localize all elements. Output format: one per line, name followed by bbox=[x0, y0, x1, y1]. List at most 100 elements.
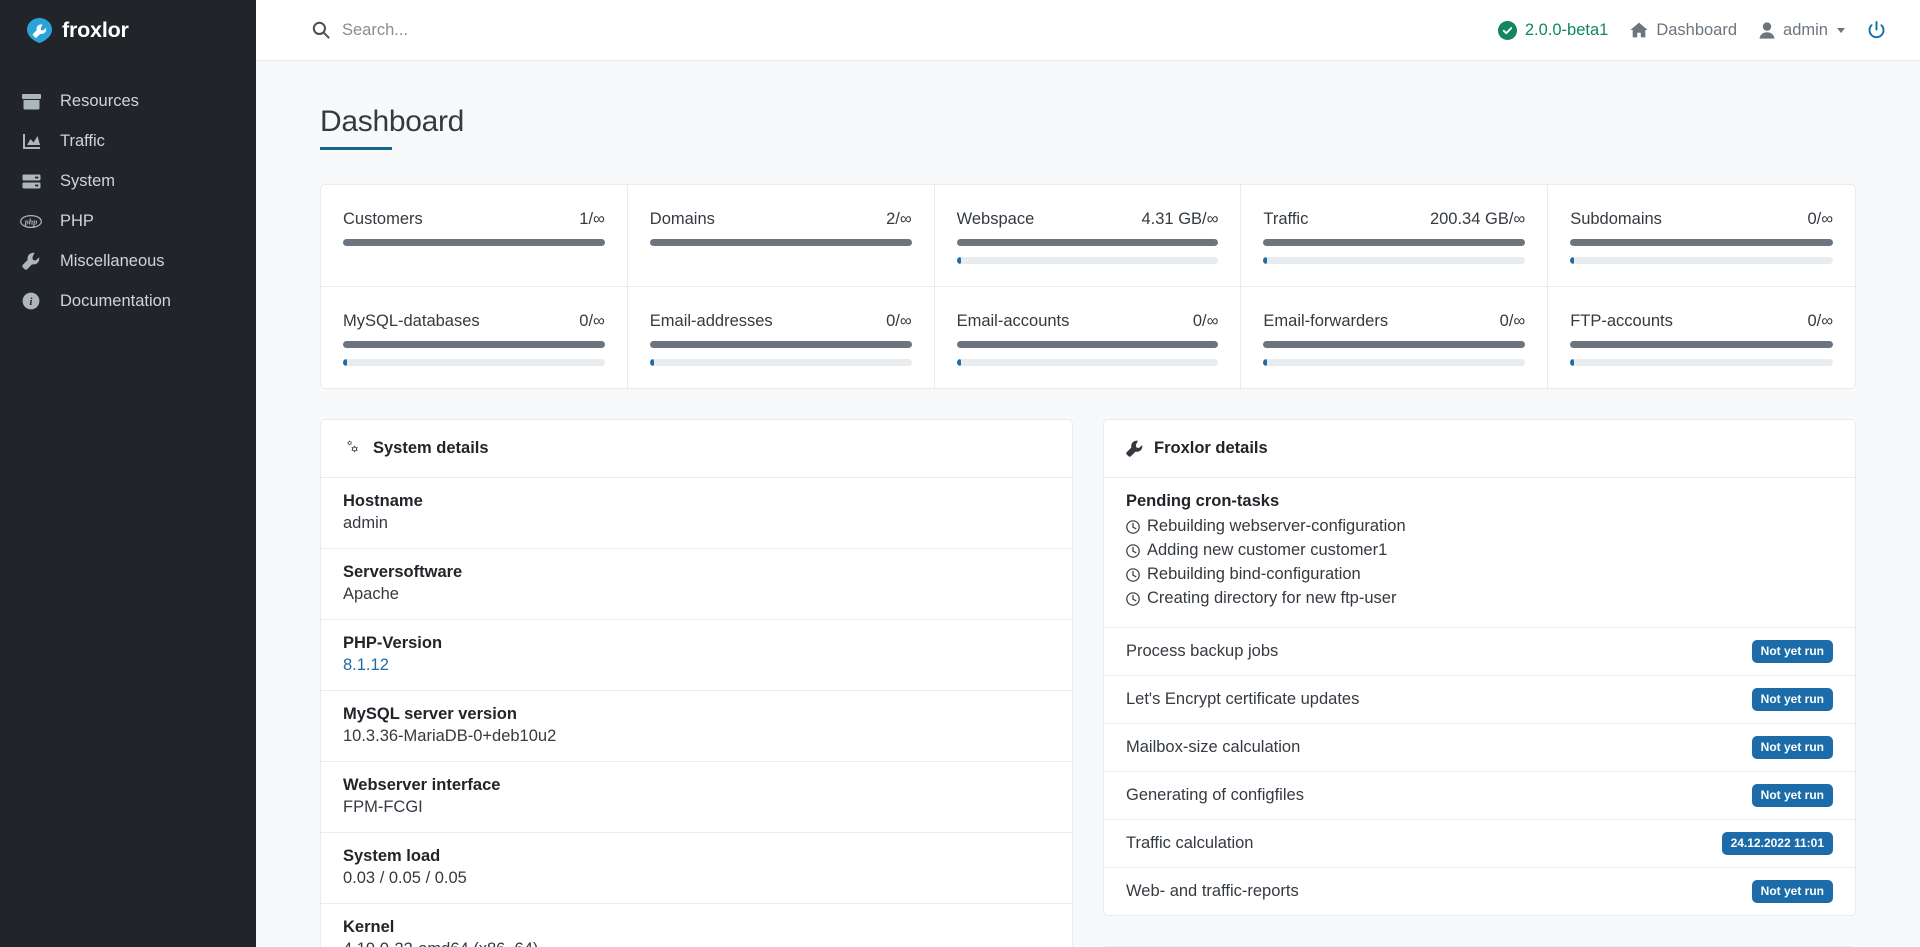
system-detail-key: Hostname bbox=[343, 492, 1050, 511]
stats-grid: Customers1/∞ Domains2/∞Webspace4.31 GB/∞ T… bbox=[320, 184, 1856, 389]
page-content: Dashboard Customers1/∞Domains2/∞Webspace… bbox=[256, 61, 1920, 947]
stat-card-value: 0/∞ bbox=[1807, 312, 1833, 331]
sidebar-item-traffic[interactable]: Traffic bbox=[0, 121, 256, 161]
cron-task-item: Rebuilding webserver-configuration bbox=[1126, 515, 1833, 539]
cron-task-label: Rebuilding webserver-configuration bbox=[1147, 515, 1406, 539]
stat-card-label: Domains bbox=[650, 210, 715, 229]
stat-card[interactable]: Subdomains0/∞ bbox=[1548, 185, 1855, 287]
cron-jobs-list: Process backup jobsNot yet runLet's Encr… bbox=[1104, 628, 1855, 915]
stat-secondary-bar-fill bbox=[343, 359, 347, 366]
stat-secondary-bar-track bbox=[1263, 359, 1525, 366]
cron-job-label: Let's Encrypt certificate updates bbox=[1126, 690, 1359, 709]
stat-card[interactable]: Email-addresses0/∞ bbox=[628, 287, 935, 388]
stat-primary-bar bbox=[1570, 341, 1833, 348]
sidebar-item-documentation[interactable]: i Documentation bbox=[0, 281, 256, 321]
dashboard-link-label: Dashboard bbox=[1656, 21, 1737, 40]
user-icon bbox=[1759, 22, 1775, 39]
system-detail-key: Serversoftware bbox=[343, 563, 1050, 582]
dashboard-link[interactable]: Dashboard bbox=[1630, 21, 1737, 40]
logout-button[interactable] bbox=[1867, 21, 1886, 40]
stat-primary-bar bbox=[650, 239, 912, 246]
sidebar-item-label: Miscellaneous bbox=[60, 253, 165, 270]
stat-card[interactable]: MySQL-databases0/∞ bbox=[321, 287, 628, 388]
stat-primary-bar bbox=[1570, 239, 1833, 246]
system-detail-key: PHP-Version bbox=[343, 634, 1050, 653]
stat-card-label: Customers bbox=[343, 210, 423, 229]
stat-secondary-bar-fill bbox=[650, 359, 654, 366]
cron-task-list: Rebuilding webserver-configurationAdding… bbox=[1126, 515, 1833, 611]
right-column: Froxlor details Pending cron-tasks Rebui… bbox=[1103, 419, 1856, 947]
stat-primary-bar bbox=[343, 239, 605, 246]
cron-job-row[interactable]: Process backup jobs Not yet run bbox=[1104, 628, 1855, 676]
stat-card[interactable]: Domains2/∞ bbox=[628, 185, 935, 287]
app-root: froxlor Resources bbox=[0, 0, 1920, 947]
cron-job-row[interactable]: Generating of configfilesNot yet run bbox=[1104, 772, 1855, 820]
version-indicator[interactable]: 2.0.0-beta1 bbox=[1498, 21, 1608, 40]
stat-card[interactable]: Webspace4.31 GB/∞ bbox=[935, 185, 1242, 287]
sidebar-item-system[interactable]: System bbox=[0, 161, 256, 201]
status-badge: Not yet run bbox=[1752, 784, 1833, 807]
stat-card[interactable]: Email-accounts0/∞ bbox=[935, 287, 1242, 388]
stat-primary-bar bbox=[343, 341, 605, 348]
stat-card-value: 4.31 GB/∞ bbox=[1142, 210, 1219, 229]
sidebar-item-miscellaneous[interactable]: Miscellaneous bbox=[0, 241, 256, 281]
stat-card-label: Email-accounts bbox=[957, 312, 1070, 331]
search-box[interactable] bbox=[256, 0, 1498, 60]
stat-primary-bar bbox=[1263, 341, 1525, 348]
stat-card[interactable]: Email-forwarders0/∞ bbox=[1241, 287, 1548, 388]
cron-job-row[interactable]: Traffic calculation24.12.2022 11:01 bbox=[1104, 820, 1855, 868]
system-details-title: System details bbox=[373, 439, 489, 458]
cron-job-label: Process backup jobs bbox=[1126, 642, 1278, 661]
user-menu[interactable]: admin bbox=[1759, 21, 1845, 40]
stat-primary-bar bbox=[650, 341, 912, 348]
froxlor-details-title: Froxlor details bbox=[1154, 439, 1268, 458]
stat-card-label: Email-addresses bbox=[650, 312, 773, 331]
search-icon bbox=[312, 21, 330, 39]
svg-text:php: php bbox=[24, 217, 37, 226]
pending-cron-tasks: Pending cron-tasks Rebuilding webserver-… bbox=[1104, 478, 1855, 628]
search-input[interactable] bbox=[342, 0, 722, 60]
svg-text:i: i bbox=[30, 297, 33, 308]
stat-secondary-bar-fill bbox=[1263, 359, 1267, 366]
stat-card-value: 0/∞ bbox=[579, 312, 605, 331]
home-icon bbox=[1630, 22, 1648, 38]
status-badge: Not yet run bbox=[1752, 880, 1833, 903]
user-menu-label: admin bbox=[1783, 21, 1828, 40]
stat-card[interactable]: Customers1/∞ bbox=[321, 185, 628, 287]
stat-card-header: Customers1/∞ bbox=[343, 210, 605, 229]
stat-card-value: 0/∞ bbox=[1500, 312, 1526, 331]
left-column: System details Hostnameadmin Serversoftwa… bbox=[320, 419, 1073, 947]
cron-task-label: Adding new customer customer1 bbox=[1147, 539, 1387, 563]
status-badge: Not yet run bbox=[1752, 688, 1833, 711]
cron-job-row[interactable]: Web- and traffic-reports Not yet run bbox=[1104, 868, 1855, 915]
stat-secondary-bar-track bbox=[957, 359, 1219, 366]
pending-cron-tasks-title: Pending cron-tasks bbox=[1126, 492, 1833, 511]
stat-secondary-bar-fill bbox=[957, 257, 961, 264]
system-detail-value[interactable]: 8.1.12 bbox=[343, 656, 1050, 675]
status-badge: Not yet run bbox=[1752, 640, 1833, 663]
cron-task-label: Creating directory for new ftp-user bbox=[1147, 587, 1396, 611]
system-detail-row: PHP-Version 8.1.12 bbox=[321, 620, 1072, 691]
cron-job-row[interactable]: Let's Encrypt certificate updates Not yet… bbox=[1104, 676, 1855, 724]
system-detail-row: Hostnameadmin bbox=[321, 478, 1072, 549]
title-underline bbox=[320, 147, 392, 150]
clock-icon bbox=[1126, 568, 1140, 582]
system-detail-row: Webserver interfaceFPM-FCGI bbox=[321, 762, 1072, 833]
system-detail-value: 4.19.0-22-amd64 (x86_64) bbox=[343, 940, 1050, 947]
sidebar-item-php[interactable]: php PHP bbox=[0, 201, 256, 241]
stat-card[interactable]: Traffic200.34 GB/∞ bbox=[1241, 185, 1548, 287]
cron-job-row[interactable]: Mailbox-size calculationNot yet run bbox=[1104, 724, 1855, 772]
cogs-icon bbox=[343, 440, 362, 457]
system-detail-row: MySQL server version10.3.36-MariaDB-0+de… bbox=[321, 691, 1072, 762]
stat-card[interactable]: FTP-accounts0/∞ bbox=[1548, 287, 1855, 388]
stat-card-header: Traffic200.34 GB/∞ bbox=[1263, 210, 1525, 229]
stat-primary-bar bbox=[1263, 239, 1525, 246]
topbar: 2.0.0-beta1 Dashboard bbox=[256, 0, 1920, 61]
topbar-actions: 2.0.0-beta1 Dashboard bbox=[1498, 21, 1896, 40]
brand-logo[interactable]: froxlor bbox=[0, 0, 256, 61]
sidebar-item-resources[interactable]: Resources bbox=[0, 81, 256, 121]
stat-card-label: Subdomains bbox=[1570, 210, 1662, 229]
cron-job-label: Web- and traffic-reports bbox=[1126, 882, 1299, 901]
system-details-header: System details bbox=[321, 420, 1072, 478]
stat-card-header: Email-accounts0/∞ bbox=[957, 312, 1219, 331]
